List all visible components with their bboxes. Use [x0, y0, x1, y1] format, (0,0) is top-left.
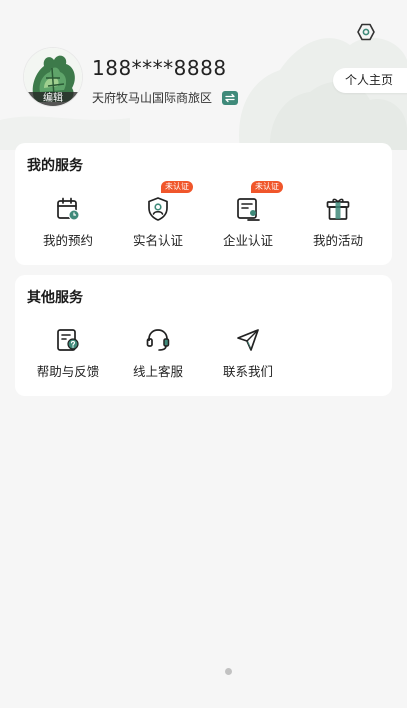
- unverified-badge: 未认证: [161, 181, 193, 193]
- paper-plane-icon: [237, 329, 259, 351]
- enterprise-certificate-icon: [237, 198, 260, 221]
- switch-location-icon[interactable]: [222, 90, 239, 105]
- service-item-online-support[interactable]: 线上客服: [113, 326, 203, 380]
- settings-button[interactable]: [354, 20, 378, 44]
- page-indicator-dot: [225, 668, 232, 675]
- user-phone: 188****8888: [92, 56, 227, 80]
- headset-icon: [146, 329, 170, 351]
- my-services-title: 我的服务: [27, 158, 83, 174]
- service-item-my-appointments[interactable]: 我的预约: [23, 195, 113, 249]
- my-services-card: 我的服务 我的预约 未认证 实名认证 未认证 企业认证 我的活动: [15, 143, 392, 265]
- service-item-label: 我的活动: [312, 233, 363, 248]
- service-item-label: 联系我们: [222, 364, 273, 379]
- service-item-my-activities[interactable]: 我的活动: [293, 195, 383, 249]
- avatar-edit-label[interactable]: 编辑: [24, 92, 82, 106]
- personal-homepage-button[interactable]: 个人主页: [333, 68, 407, 93]
- gift-icon: [326, 198, 350, 220]
- location-row[interactable]: 天府牧马山国际商旅区: [92, 89, 239, 106]
- unverified-badge: 未认证: [251, 181, 283, 193]
- service-item-label: 企业认证: [222, 233, 273, 248]
- service-item-label: 我的预约: [42, 233, 93, 248]
- help-feedback-icon: [57, 329, 79, 351]
- service-item-label: 实名认证: [132, 233, 183, 248]
- service-item-enterprise-auth[interactable]: 未认证 企业认证: [203, 181, 293, 249]
- other-services-title: 其他服务: [27, 290, 83, 306]
- other-services-card: 其他服务 帮助与反馈 线上客服 联系我们: [15, 275, 392, 396]
- service-item-label: 帮助与反馈: [36, 364, 100, 379]
- location-name: 天府牧马山国际商旅区: [92, 91, 213, 105]
- service-item-contact-us[interactable]: 联系我们: [203, 326, 293, 380]
- service-item-label: 线上客服: [132, 364, 183, 379]
- service-item-real-name-auth[interactable]: 未认证 实名认证: [113, 181, 203, 249]
- shield-user-icon: [148, 197, 168, 221]
- settings-hexagon-icon: [357, 23, 375, 41]
- calendar-clock-icon: [57, 197, 80, 221]
- service-item-help-feedback[interactable]: 帮助与反馈: [23, 326, 113, 380]
- avatar[interactable]: 编辑: [24, 48, 82, 106]
